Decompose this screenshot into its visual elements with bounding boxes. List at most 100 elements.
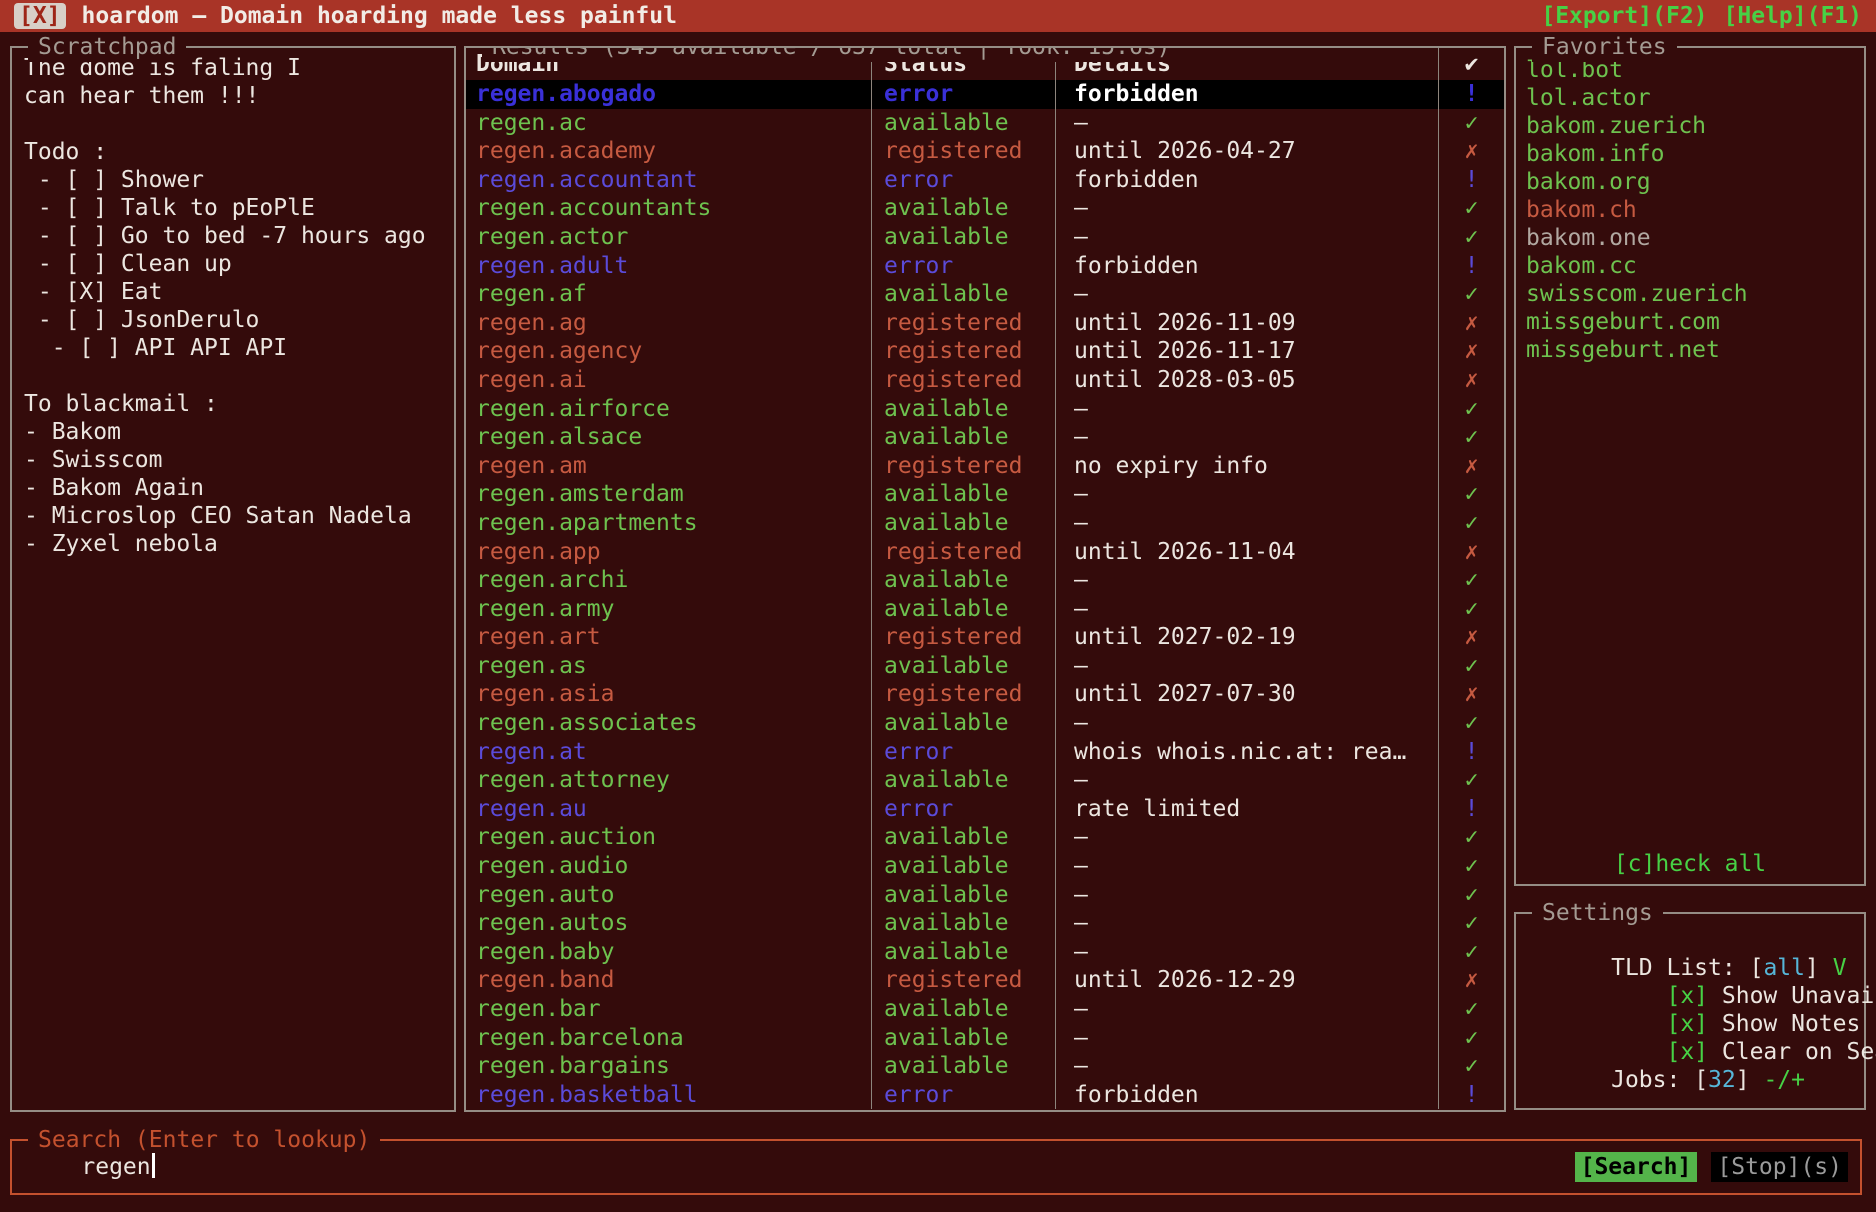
table-row[interactable]: regen.adult error forbidden ! [466, 252, 1504, 281]
table-row[interactable]: regen.baby available – ✓ [466, 938, 1504, 967]
details-cell: – [1055, 1024, 1438, 1053]
status-cell: available [871, 766, 1055, 795]
table-row[interactable]: regen.apartments available – ✓ [466, 509, 1504, 538]
row-status-icon: ✗ [1438, 623, 1504, 652]
tld-list-dropdown[interactable]: TLD List: [all] V [1528, 926, 1852, 954]
table-row[interactable]: regen.am registered no expiry info ✗ [466, 452, 1504, 481]
status-cell: registered [871, 309, 1055, 338]
table-row[interactable]: regen.as available – ✓ [466, 652, 1504, 681]
favorite-item[interactable]: missgeburt.net [1526, 336, 1854, 364]
table-row[interactable]: regen.asia registered until 2027-07-30 ✗ [466, 680, 1504, 709]
status-cell: available [871, 938, 1055, 967]
table-row[interactable]: regen.accountant error forbidden ! [466, 166, 1504, 195]
table-row[interactable]: regen.bar available – ✓ [466, 995, 1504, 1024]
text-cursor [152, 1153, 155, 1178]
table-row[interactable]: regen.autos available – ✓ [466, 909, 1504, 938]
status-cell: error [871, 252, 1055, 281]
table-row[interactable]: regen.audio available – ✓ [466, 852, 1504, 881]
status-cell: available [871, 480, 1055, 509]
check-all-button[interactable]: [c]heck all [1516, 850, 1864, 878]
details-cell: until 2027-07-30 [1055, 680, 1438, 709]
settings-panel-title: Settings [1532, 898, 1663, 928]
table-row[interactable]: regen.bargains available – ✓ [466, 1052, 1504, 1081]
status-cell: registered [871, 452, 1055, 481]
favorite-item[interactable]: bakom.one [1526, 224, 1854, 252]
details-cell: until 2026-04-27 [1055, 137, 1438, 166]
row-status-icon: ✓ [1438, 995, 1504, 1024]
table-row[interactable]: regen.army available – ✓ [466, 595, 1504, 624]
table-row[interactable]: regen.auto available – ✓ [466, 881, 1504, 910]
table-row[interactable]: regen.associates available – ✓ [466, 709, 1504, 738]
domain-cell: regen.ac [466, 109, 871, 138]
table-row[interactable]: regen.art registered until 2027-02-19 ✗ [466, 623, 1504, 652]
table-row[interactable]: regen.ac available – ✓ [466, 109, 1504, 138]
table-row[interactable]: regen.au error rate limited ! [466, 795, 1504, 824]
table-row[interactable]: regen.basketball error forbidden ! [466, 1081, 1504, 1110]
favorite-item[interactable]: lol.actor [1526, 84, 1854, 112]
table-row[interactable]: regen.alsace available – ✓ [466, 423, 1504, 452]
table-row[interactable]: regen.academy registered until 2026-04-2… [466, 137, 1504, 166]
scratchpad-line: To blackmail : [24, 390, 442, 418]
details-cell: whois whois.nic.at: rea… [1055, 738, 1438, 767]
details-cell: – [1055, 223, 1438, 252]
table-row[interactable]: regen.abogado error forbidden ! [466, 80, 1504, 109]
settings-body: TLD List: [all] V [x] Show Unavailable [… [1516, 914, 1864, 1078]
table-row[interactable]: regen.accountants available – ✓ [466, 194, 1504, 223]
close-button[interactable]: [X] [14, 3, 66, 29]
domain-cell: regen.asia [466, 680, 871, 709]
table-row[interactable]: regen.auction available – ✓ [466, 823, 1504, 852]
favorite-item[interactable]: bakom.cc [1526, 252, 1854, 280]
domain-cell: regen.army [466, 595, 871, 624]
table-row[interactable]: regen.airforce available – ✓ [466, 395, 1504, 424]
details-cell: until 2027-02-19 [1055, 623, 1438, 652]
export-button[interactable]: [Export](F2) [1541, 2, 1707, 30]
table-row[interactable]: regen.app registered until 2026-11-04 ✗ [466, 538, 1504, 567]
row-status-icon: ✓ [1438, 423, 1504, 452]
details-cell: – [1055, 280, 1438, 309]
table-row[interactable]: regen.archi available – ✓ [466, 566, 1504, 595]
search-button[interactable]: [Search] [1575, 1152, 1698, 1182]
row-status-icon: ✓ [1438, 395, 1504, 424]
table-row[interactable]: regen.attorney available – ✓ [466, 766, 1504, 795]
row-status-icon: ✓ [1438, 223, 1504, 252]
favorite-item[interactable]: swisscom.zuerich [1526, 280, 1854, 308]
table-row[interactable]: regen.agency registered until 2026-11-17… [466, 337, 1504, 366]
favorite-item[interactable]: bakom.ch [1526, 196, 1854, 224]
table-row[interactable]: regen.band registered until 2026-12-29 ✗ [466, 966, 1504, 995]
domain-cell: regen.amsterdam [466, 480, 871, 509]
table-row[interactable]: regen.actor available – ✓ [466, 223, 1504, 252]
scratchpad-editor[interactable]: The dome is faling I can hear them !!! T… [12, 48, 454, 1110]
status-cell: available [871, 194, 1055, 223]
row-status-icon: ✓ [1438, 109, 1504, 138]
domain-cell: regen.audio [466, 852, 871, 881]
search-input[interactable]: regen [26, 1125, 155, 1209]
favorite-item[interactable]: bakom.info [1526, 140, 1854, 168]
details-cell: – [1055, 595, 1438, 624]
details-cell: – [1055, 652, 1438, 681]
table-row[interactable]: regen.af available – ✓ [466, 280, 1504, 309]
table-row[interactable]: regen.barcelona available – ✓ [466, 1024, 1504, 1053]
status-cell: available [871, 509, 1055, 538]
table-row[interactable]: regen.amsterdam available – ✓ [466, 480, 1504, 509]
row-status-icon: ✓ [1438, 194, 1504, 223]
status-cell: available [871, 1024, 1055, 1053]
tld-bracket-open: [ [1750, 955, 1764, 981]
domain-cell: regen.ai [466, 366, 871, 395]
help-button[interactable]: [Help](F1) [1724, 2, 1862, 30]
settings-panel: Settings TLD List: [all] V [x] Show Unav… [1514, 912, 1866, 1110]
favorite-item[interactable]: bakom.org [1526, 168, 1854, 196]
domain-cell: regen.apartments [466, 509, 871, 538]
stop-button[interactable]: [Stop](s) [1711, 1152, 1848, 1182]
status-cell: available [871, 995, 1055, 1024]
favorite-item[interactable]: missgeburt.com [1526, 308, 1854, 336]
table-row[interactable]: regen.ai registered until 2028-03-05 ✗ [466, 366, 1504, 395]
table-row[interactable]: regen.ag registered until 2026-11-09 ✗ [466, 309, 1504, 338]
details-cell: until 2026-11-09 [1055, 309, 1438, 338]
search-actions: [Search] [Stop](s) [1575, 1152, 1848, 1182]
status-cell: available [871, 395, 1055, 424]
favorites-panel-title: Favorites [1532, 32, 1677, 62]
domain-cell: regen.autos [466, 909, 871, 938]
table-row[interactable]: regen.at error whois whois.nic.at: rea… … [466, 738, 1504, 767]
favorite-item[interactable]: bakom.zuerich [1526, 112, 1854, 140]
domain-cell: regen.academy [466, 137, 871, 166]
